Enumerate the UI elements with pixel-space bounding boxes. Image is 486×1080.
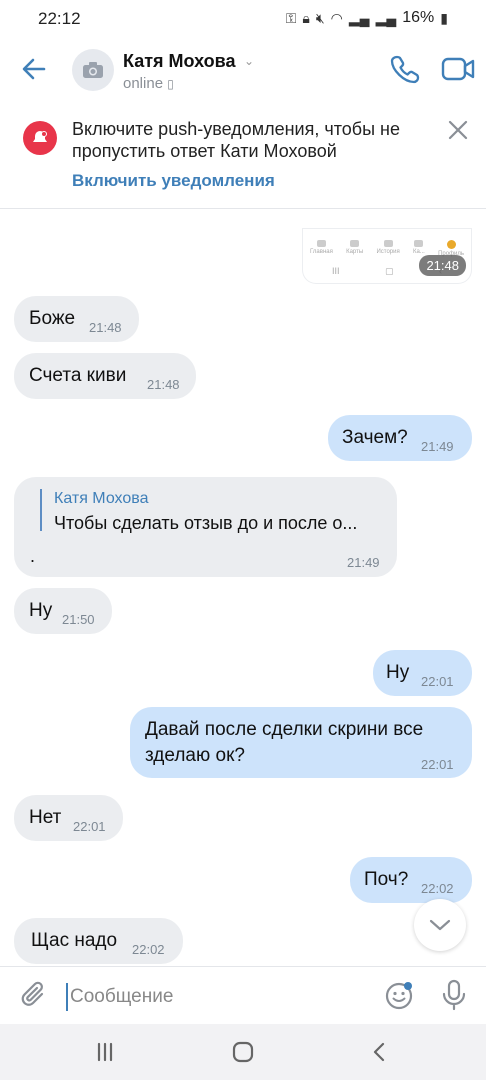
incoming-message[interactable]: Счета киви 21:48: [14, 353, 196, 399]
message-text: Нет: [29, 807, 62, 828]
status-bar: 22:12 ⚿ 🔒︎ 🔇︎ ◠ ▂▄ ▂▄ 16% ▮: [0, 0, 486, 38]
message-text: Счета киви: [29, 365, 127, 386]
contact-name[interactable]: Катя Мохова: [123, 51, 235, 72]
message-text: Боже: [29, 308, 76, 329]
emoji-icon[interactable]: [384, 981, 414, 1011]
message-time: 21:49: [421, 439, 454, 454]
incoming-message[interactable]: Нет 22:01: [14, 795, 123, 841]
cards-icon: [350, 240, 360, 247]
contact-status: online ▯: [123, 75, 174, 92]
recent-apps-icon[interactable]: [90, 1040, 120, 1064]
chat-header: Катя Мохова ⌄ online ▯: [0, 38, 486, 106]
recent-apps-icon: III: [332, 266, 340, 276]
attachment-tab-label: Ка...: [412, 249, 425, 255]
mobile-icon: ▯: [167, 77, 174, 91]
banner-text: Включите push-уведомления, чтобы не проп…: [72, 119, 400, 161]
outgoing-message[interactable]: Давай после сделки скрини все зделаю ок?…: [130, 707, 472, 778]
message-text: Ну: [29, 600, 53, 621]
profile-icon: [446, 240, 456, 249]
scroll-to-bottom-button[interactable]: [414, 899, 466, 951]
message-time: 21:48: [419, 255, 466, 276]
wifi-icon: ◠: [330, 9, 343, 26]
message-time: 21:49: [347, 555, 380, 570]
battery-icon: ▮: [440, 9, 448, 26]
home-icon[interactable]: [228, 1040, 258, 1064]
image-attachment[interactable]: Главная Карты История Ка... Профиль III ▢…: [302, 228, 472, 284]
message-time: 22:02: [132, 942, 165, 957]
push-notification-banner: Включите push-уведомления, чтобы не проп…: [0, 106, 486, 209]
message-time: 21:50: [62, 612, 95, 627]
notification-bell-icon: [23, 121, 57, 155]
message-text-line-2: зделаю ок?: [145, 745, 245, 766]
attachment-tab-label: Главная: [310, 249, 333, 255]
enable-notifications-link[interactable]: Включить уведомления: [72, 171, 275, 191]
home-button-icon: ▢: [385, 266, 394, 276]
phone-icon[interactable]: [390, 54, 420, 84]
attachment-tab: История: [376, 240, 400, 257]
status-icons: ⚿ 🔒︎ 🔇︎ ◠ ▂▄ ▂▄ 16% ▮: [286, 9, 448, 27]
message-text: Ну: [386, 662, 410, 683]
message-time: 22:01: [421, 757, 454, 772]
message-text-line-1: Давай после сделки скрини все: [145, 719, 424, 740]
incoming-message[interactable]: Ну 21:50: [14, 588, 112, 634]
message-input[interactable]: Сообщение: [66, 983, 360, 1011]
status-time: 22:12: [38, 9, 81, 28]
mute-icon: 🔇︎: [315, 9, 325, 26]
chevron-down-icon: [429, 919, 451, 931]
chevron-down-icon[interactable]: ⌄: [244, 54, 254, 68]
message-text: Поч?: [364, 869, 409, 890]
key-icon: ⚿: [285, 9, 297, 26]
close-icon[interactable]: [447, 119, 469, 141]
back-icon[interactable]: [365, 1040, 395, 1064]
signal-icon-2: ▂▄: [375, 9, 397, 26]
tab-icon: [414, 240, 424, 247]
reply-quote-bar: [40, 489, 42, 531]
signal-icon: ▂▄: [348, 9, 370, 26]
attachment-tab-label: Карты: [346, 249, 364, 255]
message-time: 21:48: [89, 320, 122, 335]
message-time: 22:01: [73, 819, 106, 834]
history-icon: [383, 240, 393, 247]
outgoing-message[interactable]: Поч? 22:02: [350, 857, 472, 903]
attachment-tab: Главная: [310, 240, 333, 257]
message-input-bar: Сообщение: [0, 966, 486, 1025]
message-text: Щас надо: [31, 930, 118, 951]
paperclip-icon[interactable]: [20, 981, 48, 1011]
outgoing-message[interactable]: Зачем? 21:49: [328, 415, 472, 461]
outgoing-message[interactable]: Ну 22:01: [373, 650, 472, 696]
avatar[interactable]: [72, 49, 114, 91]
camera-icon: [83, 62, 103, 78]
message-time: 22:02: [421, 881, 454, 896]
message-text: Зачем?: [342, 427, 408, 448]
attachment-tab: Карты: [346, 240, 363, 257]
reply-quote-text[interactable]: Чтобы сделать отзыв до и после о...: [54, 513, 357, 534]
message-time: 22:01: [421, 674, 454, 689]
system-navigation-bar: [0, 1024, 486, 1080]
contact-status-text: online: [123, 75, 164, 92]
attachment-tab-label: История: [376, 249, 400, 255]
attachment-tab: Ка...: [413, 240, 425, 257]
incoming-message[interactable]: Боже 21:48: [14, 296, 139, 342]
message-text: .: [30, 546, 36, 566]
incoming-reply-message[interactable]: Катя Мохова Чтобы сделать отзыв до и пос…: [14, 477, 397, 577]
battery-percent: 16%: [402, 9, 435, 26]
message-time: 21:48: [147, 377, 180, 392]
home-icon: [316, 240, 326, 247]
back-arrow-icon[interactable]: [20, 55, 48, 83]
microphone-icon[interactable]: [440, 979, 468, 1011]
video-call-icon[interactable]: [441, 56, 475, 82]
incoming-message[interactable]: Щас надо 22:02: [14, 918, 183, 964]
lock-icon: 🔒︎: [302, 9, 310, 26]
reply-author[interactable]: Катя Мохова: [54, 490, 148, 508]
